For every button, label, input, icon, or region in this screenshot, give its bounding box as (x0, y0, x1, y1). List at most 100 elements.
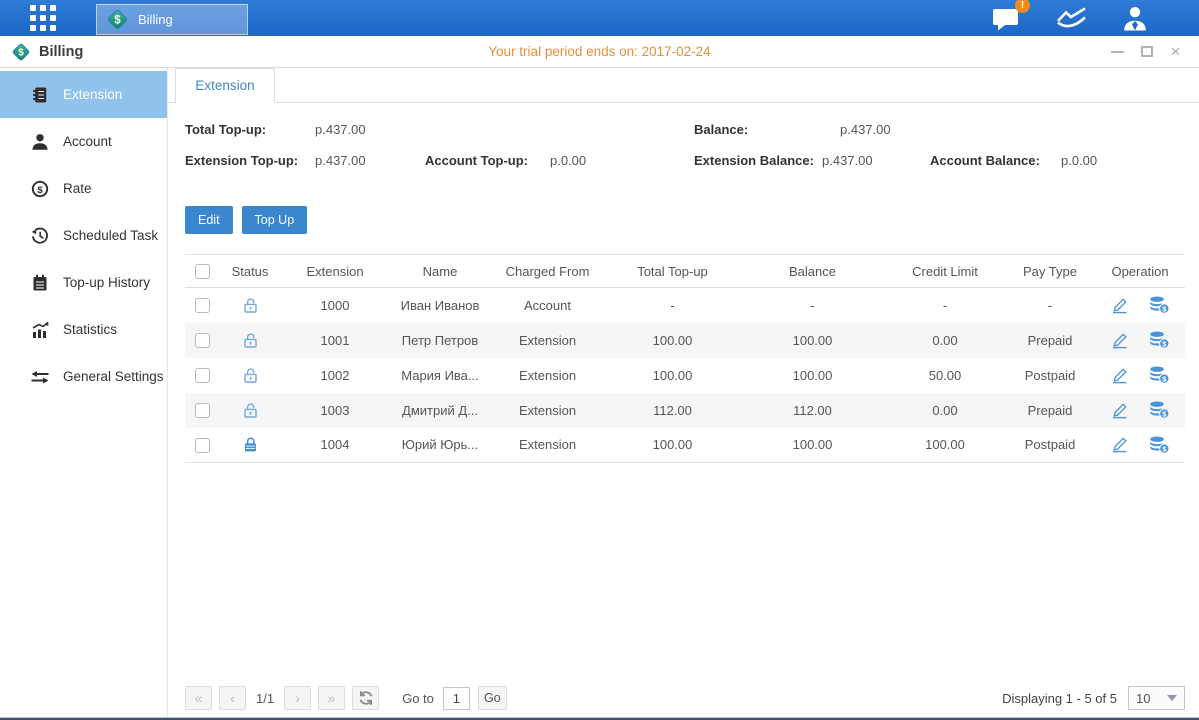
sidebar-item-account[interactable]: Account (0, 118, 167, 165)
sidebar-item-label: Extension (63, 87, 122, 102)
cell-pay-type: Prepaid (1005, 323, 1095, 358)
trial-notice: Your trial period ends on: 2017-02-24 (0, 44, 1199, 59)
user-icon (1121, 5, 1149, 31)
cell-extension: 1000 (280, 288, 390, 323)
sidebar-item-scheduled-task[interactable]: Scheduled Task (0, 212, 167, 259)
goto-page-input[interactable] (443, 687, 470, 710)
account-balance-label: Account Balance: (930, 153, 1061, 168)
cell-name: Дмитрий Д... (390, 393, 490, 428)
edit-icon[interactable] (1110, 402, 1129, 419)
cell-charged-from: Account (490, 288, 605, 323)
pagination-bar: « ‹ 1/1 › » Go to Go Displaying 1 - 5 of… (185, 686, 1185, 710)
edit-icon[interactable] (1110, 332, 1129, 349)
prev-page-button[interactable]: ‹ (219, 686, 246, 710)
status-lock-icon (242, 331, 259, 346)
sidebar-item-top-up-history[interactable]: Top-up History (0, 259, 167, 306)
row-checkbox[interactable] (195, 333, 210, 348)
maximize-button[interactable] (1139, 44, 1154, 59)
statistics-icon (30, 321, 50, 339)
cell-charged-from: Extension (490, 358, 605, 393)
user-menu-button[interactable] (1121, 5, 1149, 31)
summary: Total Top-up: p.437.00 Extension Top-up:… (185, 114, 1185, 176)
total-topup-label: Total Top-up: (185, 122, 315, 137)
column-header: Pay Type (1005, 255, 1095, 288)
page-indicator: 1/1 (256, 691, 274, 706)
cell-balance: 100.00 (740, 428, 885, 463)
table-body: 1000 Иван Иванов Account - - - - $ 1001 … (185, 288, 1185, 463)
row-checkbox[interactable] (195, 368, 210, 383)
sidebar-item-label: Rate (63, 181, 92, 196)
page-size-select[interactable]: 10 (1128, 686, 1185, 710)
edit-icon[interactable] (1110, 297, 1129, 314)
notification-badge: ! (1015, 0, 1030, 13)
extension-icon (30, 86, 50, 104)
cell-total-topup: - (605, 288, 740, 323)
go-button[interactable]: Go (478, 686, 507, 710)
taskbar-tab-billing[interactable]: $ Billing (96, 4, 248, 35)
cell-balance: 112.00 (740, 393, 885, 428)
cell-extension: 1004 (280, 428, 390, 463)
top-up-button[interactable]: Top Up (242, 206, 308, 234)
app-grid-icon[interactable] (30, 5, 56, 31)
sidebar-item-general-settings[interactable]: General Settings (0, 353, 167, 400)
cell-balance: 100.00 (740, 323, 885, 358)
goto-label: Go to (402, 691, 434, 706)
tab-extension[interactable]: Extension (175, 68, 275, 103)
svg-text:$: $ (18, 47, 24, 58)
billing-icon-small: $ (11, 42, 31, 62)
topup-history-icon (30, 274, 50, 292)
table-row[interactable]: 1000 Иван Иванов Account - - - - $ (185, 288, 1185, 323)
tab-strip: Extension (168, 68, 1199, 103)
scheduled-task-icon (30, 227, 50, 245)
edit-icon[interactable] (1110, 436, 1129, 453)
notifications-button[interactable]: ! (992, 5, 1022, 31)
topup-icon[interactable]: $ (1149, 436, 1170, 454)
table-row[interactable]: 1001 Петр Петров Extension 100.00 100.00… (185, 323, 1185, 358)
first-page-button[interactable]: « (185, 686, 212, 710)
row-checkbox[interactable] (195, 438, 210, 453)
balance-value: p.437.00 (840, 122, 891, 137)
column-header: Charged From (490, 255, 605, 288)
sidebar-item-extension[interactable]: Extension (0, 71, 167, 118)
cell-name: Юрий Юрь... (390, 428, 490, 463)
column-header: Extension (280, 255, 390, 288)
table-header-row: StatusExtensionNameCharged FromTotal Top… (185, 255, 1185, 288)
chevron-down-icon (1167, 695, 1177, 701)
minimize-button[interactable] (1110, 44, 1125, 59)
next-page-button[interactable]: › (284, 686, 311, 710)
row-checkbox[interactable] (195, 403, 210, 418)
column-header: Total Top-up (605, 255, 740, 288)
extension-topup-value: p.437.00 (315, 153, 425, 168)
select-all-checkbox[interactable] (195, 264, 210, 279)
status-lock-icon (242, 436, 259, 451)
svg-text:$: $ (37, 185, 43, 196)
account-icon (30, 133, 50, 151)
resource-monitor-button[interactable] (1056, 6, 1087, 30)
sidebar-item-label: Top-up History (63, 275, 150, 290)
sidebar-item-label: Statistics (63, 322, 117, 337)
sidebar-item-label: Scheduled Task (63, 228, 158, 243)
table-row[interactable]: 1002 Мария Ива... Extension 100.00 100.0… (185, 358, 1185, 393)
topup-icon[interactable]: $ (1149, 401, 1170, 419)
last-page-button[interactable]: » (318, 686, 345, 710)
topup-icon[interactable]: $ (1149, 366, 1170, 384)
refresh-button[interactable] (352, 686, 379, 710)
topup-icon[interactable]: $ (1149, 331, 1170, 349)
close-button[interactable]: × (1168, 44, 1183, 59)
table-row[interactable]: 1003 Дмитрий Д... Extension 112.00 112.0… (185, 393, 1185, 428)
taskbar-tab-label: Billing (138, 12, 173, 27)
sidebar-item-rate[interactable]: $ Rate (0, 165, 167, 212)
table-row[interactable]: 1004 Юрий Юрь... Extension 100.00 100.00… (185, 428, 1185, 463)
topup-icon[interactable]: $ (1149, 296, 1170, 314)
cell-name: Петр Петров (390, 323, 490, 358)
edit-icon[interactable] (1110, 367, 1129, 384)
sidebar-item-label: General Settings (63, 369, 164, 384)
edit-button[interactable]: Edit (185, 206, 233, 234)
billing-icon: $ (106, 8, 129, 31)
cell-pay-type: Prepaid (1005, 393, 1095, 428)
column-header: Credit Limit (885, 255, 1005, 288)
account-topup-value: p.0.00 (550, 153, 586, 168)
sidebar-item-statistics[interactable]: Statistics (0, 306, 167, 353)
row-checkbox[interactable] (195, 298, 210, 313)
cell-pay-type: - (1005, 288, 1095, 323)
